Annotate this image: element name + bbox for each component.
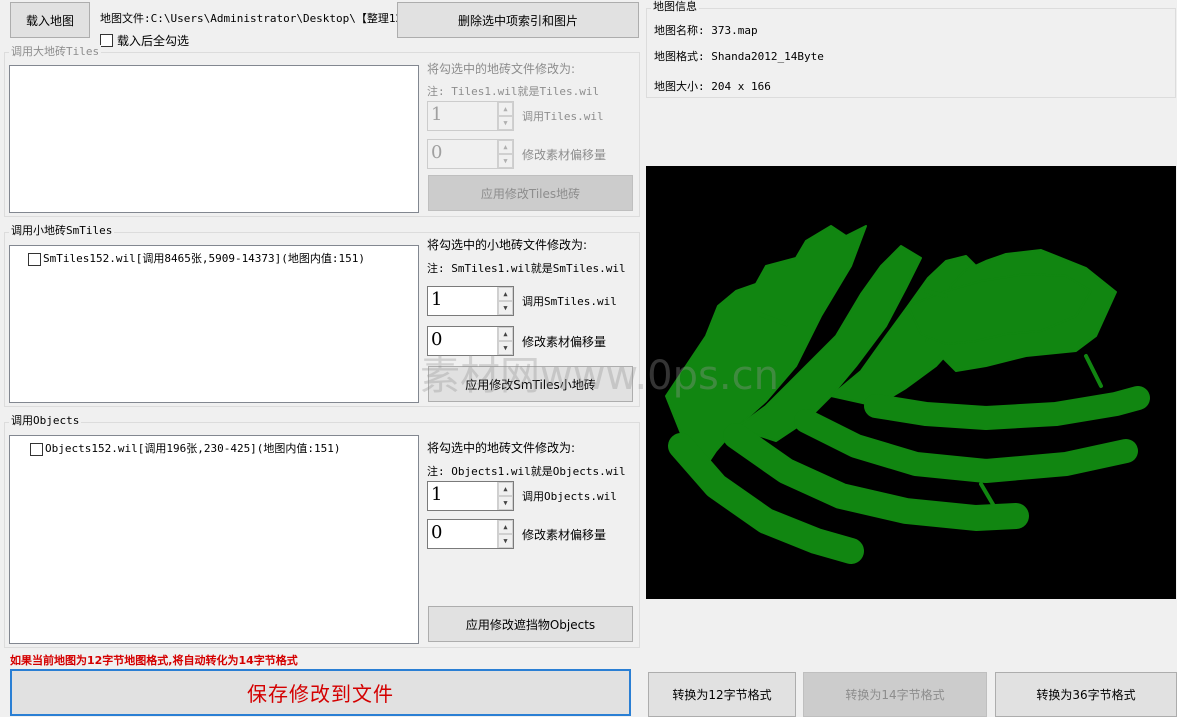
objects-modify-label: 将勾选中的地砖文件修改为:	[427, 441, 576, 455]
convert-36byte-button[interactable]: 转换为36字节格式	[995, 672, 1177, 717]
stepper-down-icon[interactable]: ▼	[498, 154, 513, 168]
stepper-down-icon[interactable]: ▼	[498, 341, 513, 355]
apply-objects-button[interactable]: 应用修改遮挡物Objects	[428, 606, 633, 642]
smtiles-wil-label: 调用SmTiles.wil	[522, 295, 617, 308]
apply-smtiles-button[interactable]: 应用修改SmTiles小地砖	[428, 366, 633, 402]
tiles-wil-stepper[interactable]: 1 ▲ ▼	[427, 101, 514, 131]
objects-offset-label: 修改素材偏移量	[522, 528, 607, 542]
warning-text: 如果当前地图为12字节地图格式,将自动转化为14字节格式	[10, 654, 298, 667]
tiles-offset-stepper[interactable]: 0 ▲ ▼	[427, 139, 514, 169]
map-terrain	[665, 225, 1150, 564]
select-all-after-load-label: 载入后全勾选	[117, 34, 190, 48]
select-all-after-load-checkbox[interactable]: 载入后全勾选	[100, 32, 189, 49]
stepper-down-icon[interactable]: ▼	[498, 116, 513, 130]
convert-14byte-button[interactable]: 转换为14字节格式	[803, 672, 987, 717]
map-preview[interactable]	[646, 166, 1176, 599]
checkbox-box[interactable]	[100, 34, 113, 47]
tiles-offset-label: 修改素材偏移量	[522, 148, 607, 162]
objects-note: 注: Objects1.wil就是Objects.wil	[427, 465, 626, 478]
list-item-label: Objects152.wil[调用196张,230-425](地图内值:151)	[45, 442, 341, 455]
objects-wil-label: 调用Objects.wil	[522, 490, 617, 503]
convert-12byte-button[interactable]: 转换为12字节格式	[648, 672, 796, 717]
smtiles-offset-stepper[interactable]: 0 ▲ ▼	[427, 326, 514, 356]
stepper-up-icon[interactable]: ▲	[498, 482, 513, 496]
objects-list[interactable]: Objects152.wil[调用196张,230-425](地图内值:151)	[9, 435, 419, 644]
load-map-button[interactable]: 载入地图	[10, 2, 90, 38]
tiles-wil-value: 1	[431, 104, 443, 125]
delete-selected-button[interactable]: 删除选中项索引和图片	[397, 2, 639, 38]
smtiles-offset-label: 修改素材偏移量	[522, 335, 607, 349]
stepper-down-icon[interactable]: ▼	[498, 496, 513, 510]
stepper-up-icon[interactable]: ▲	[498, 287, 513, 301]
map-name: 地图名称: 373.map	[654, 24, 758, 37]
save-to-file-button[interactable]: 保存修改到文件	[10, 669, 631, 716]
objects-offset-stepper[interactable]: 0 ▲ ▼	[427, 519, 514, 549]
list-item[interactable]: SmTiles152.wil[调用8465张,5909-14373](地图内值:…	[28, 252, 365, 266]
list-item-label: SmTiles152.wil[调用8465张,5909-14373](地图内值:…	[43, 252, 366, 265]
objects-offset-value: 0	[431, 522, 443, 543]
stepper-up-icon[interactable]: ▲	[498, 102, 513, 116]
map-file-path: 地图文件:C:\Users\Administrator\Desktop\【整理1…	[100, 12, 414, 25]
smtiles-note: 注: SmTiles1.wil就是SmTiles.wil	[427, 262, 626, 275]
tiles-group-title: 调用大地砖Tiles	[9, 45, 102, 59]
stepper-down-icon[interactable]: ▼	[498, 301, 513, 315]
stepper-up-icon[interactable]: ▲	[498, 140, 513, 154]
map-minimap	[665, 225, 1150, 564]
list-item-checkbox[interactable]	[30, 442, 43, 456]
stepper-up-icon[interactable]: ▲	[498, 520, 513, 534]
objects-group-title: 调用Objects	[9, 414, 82, 428]
smtiles-wil-stepper[interactable]: 1 ▲ ▼	[427, 286, 514, 316]
objects-wil-value: 1	[431, 484, 443, 505]
stepper-up-icon[interactable]: ▲	[498, 327, 513, 341]
map-info-group-title: 地图信息	[651, 0, 699, 14]
smtiles-modify-label: 将勾选中的小地砖文件修改为:	[427, 238, 588, 252]
tiles-modify-label: 将勾选中的地砖文件修改为:	[427, 62, 576, 76]
apply-tiles-button[interactable]: 应用修改Tiles地砖	[428, 175, 633, 211]
smtiles-offset-value: 0	[431, 329, 443, 350]
tiles-note: 注: Tiles1.wil就是Tiles.wil	[427, 85, 600, 98]
tiles-offset-value: 0	[431, 142, 443, 163]
stepper-down-icon[interactable]: ▼	[498, 534, 513, 548]
smtiles-group-title: 调用小地砖SmTiles	[9, 224, 115, 238]
smtiles-wil-value: 1	[431, 289, 443, 310]
list-item-checkbox[interactable]	[28, 252, 41, 266]
map-format: 地图格式: Shanda2012_14Byte	[654, 50, 824, 63]
objects-wil-stepper[interactable]: 1 ▲ ▼	[427, 481, 514, 511]
smtiles-list[interactable]: SmTiles152.wil[调用8465张,5909-14373](地图内值:…	[9, 245, 419, 403]
tiles-wil-label: 调用Tiles.wil	[522, 110, 604, 123]
tiles-list[interactable]	[9, 65, 419, 213]
map-size: 地图大小: 204 x 166	[654, 80, 771, 93]
list-item[interactable]: Objects152.wil[调用196张,230-425](地图内值:151)	[30, 442, 341, 456]
